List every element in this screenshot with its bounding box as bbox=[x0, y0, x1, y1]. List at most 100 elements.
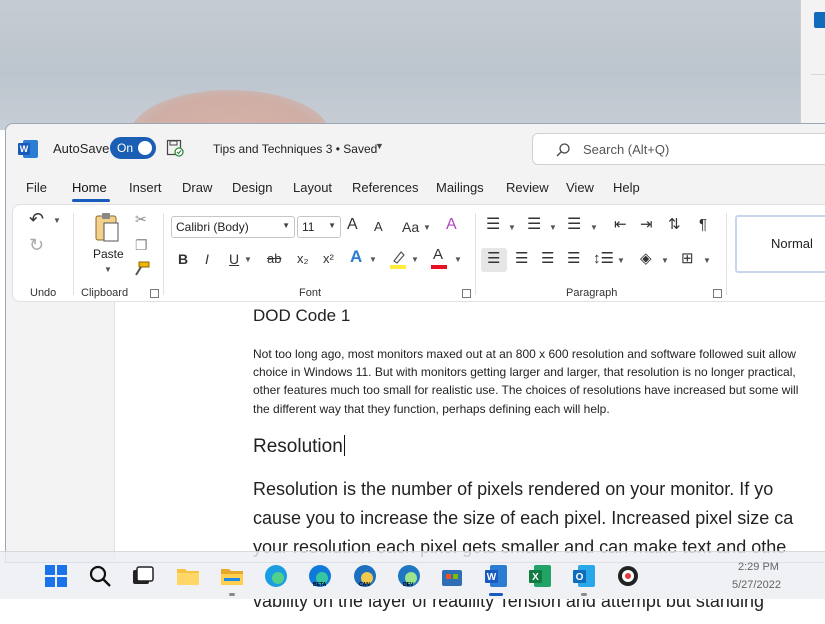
font-name-select[interactable]: Calibri (Body) ▼ bbox=[171, 216, 295, 238]
search-input[interactable]: Search (Alt+Q) bbox=[532, 133, 825, 165]
document-overflow-strip: vability on the layer of readility Tensi… bbox=[0, 599, 825, 624]
edge-icon[interactable] bbox=[264, 564, 288, 588]
highlight-color-icon[interactable] bbox=[389, 249, 407, 269]
divider bbox=[163, 213, 164, 295]
align-right-icon[interactable]: ☰ bbox=[541, 251, 554, 267]
line-spacing-icon[interactable]: ↕☰ bbox=[593, 251, 614, 267]
chevron-down-icon[interactable]: ▼ bbox=[549, 223, 557, 232]
subscript-icon[interactable]: x₂ bbox=[297, 251, 309, 267]
shading-icon[interactable]: ◈ bbox=[640, 251, 652, 267]
paste-label[interactable]: Paste bbox=[93, 247, 124, 261]
tab-mailings[interactable]: Mailings bbox=[436, 180, 484, 195]
document-title[interactable]: Tips and Techniques 3 • Saved bbox=[213, 142, 377, 156]
align-center-icon[interactable]: ☰ bbox=[515, 251, 528, 267]
chevron-down-icon[interactable]: ▼ bbox=[423, 223, 431, 232]
clock-date[interactable]: 5/27/2022 bbox=[732, 579, 781, 591]
tab-insert[interactable]: Insert bbox=[129, 180, 162, 195]
snagit-icon[interactable] bbox=[616, 564, 640, 588]
edge-dev-badge: DEV bbox=[403, 582, 414, 588]
search-placeholder: Search (Alt+Q) bbox=[583, 142, 670, 157]
justify-icon[interactable]: ☰ bbox=[567, 251, 580, 267]
multilevel-list-icon[interactable]: ☰ bbox=[567, 217, 581, 233]
paste-icon[interactable] bbox=[93, 211, 121, 243]
chevron-down-icon[interactable]: ▼ bbox=[104, 265, 112, 274]
numbering-icon[interactable]: ☰ bbox=[527, 217, 541, 233]
grow-font-icon[interactable]: A bbox=[347, 217, 358, 233]
excel-icon[interactable]: X bbox=[528, 564, 552, 588]
bold-icon[interactable]: B bbox=[178, 251, 188, 267]
redo-icon[interactable]: ↻ bbox=[29, 236, 44, 254]
autosave-label: AutoSave bbox=[53, 141, 110, 156]
change-case-icon[interactable]: Aa bbox=[402, 219, 419, 235]
chevron-down-icon[interactable]: ▼ bbox=[617, 256, 625, 265]
undo-icon[interactable]: ↶ bbox=[29, 210, 44, 228]
chevron-down-icon[interactable]: ▼ bbox=[375, 141, 384, 151]
word-window: W AutoSave On Tips and Techniques 3 • Sa… bbox=[5, 123, 825, 563]
chevron-down-icon[interactable]: ▼ bbox=[508, 223, 516, 232]
background-outlook-window[interactable] bbox=[800, 0, 825, 130]
shrink-font-icon[interactable]: A bbox=[374, 219, 383, 235]
svg-text:X: X bbox=[532, 572, 539, 583]
file-explorer-icon[interactable] bbox=[220, 564, 244, 588]
bullets-icon[interactable]: ☰ bbox=[486, 217, 500, 233]
style-normal-tile[interactable]: Normal bbox=[735, 215, 825, 273]
font-size-select[interactable]: 11 ▼ bbox=[297, 216, 341, 238]
active-indicator bbox=[581, 593, 587, 596]
format-painter-icon[interactable] bbox=[133, 261, 151, 277]
chevron-down-icon[interactable]: ▼ bbox=[411, 255, 419, 264]
tab-home[interactable]: Home bbox=[72, 180, 107, 195]
tab-layout[interactable]: Layout bbox=[293, 180, 332, 195]
tab-draw[interactable]: Draw bbox=[182, 180, 212, 195]
chevron-down-icon[interactable]: ▼ bbox=[703, 256, 711, 265]
edge-beta-badge: BETA bbox=[313, 582, 327, 588]
svg-text:O: O bbox=[576, 572, 584, 583]
italic-icon[interactable]: I bbox=[205, 251, 209, 267]
font-launcher-icon[interactable] bbox=[462, 289, 471, 298]
chevron-down-icon: ▼ bbox=[328, 221, 336, 230]
strikethrough-icon[interactable]: ab bbox=[267, 251, 281, 267]
tab-file[interactable]: File bbox=[26, 180, 47, 195]
copy-icon[interactable]: ❐ bbox=[135, 237, 148, 253]
superscript-icon[interactable]: x² bbox=[323, 251, 334, 267]
outlook-icon[interactable]: O bbox=[572, 564, 596, 588]
word-app-icon: W bbox=[18, 140, 38, 158]
increase-indent-icon[interactable]: ⇥ bbox=[640, 217, 653, 233]
desktop-wallpaper bbox=[0, 0, 825, 130]
task-view-icon[interactable] bbox=[131, 564, 155, 588]
start-icon[interactable] bbox=[44, 564, 68, 588]
folder-icon[interactable] bbox=[176, 564, 200, 588]
paragraph-launcher-icon[interactable] bbox=[713, 289, 722, 298]
chevron-down-icon[interactable]: ▼ bbox=[661, 256, 669, 265]
search-icon[interactable] bbox=[88, 564, 112, 588]
clock-time[interactable]: 2:29 PM bbox=[738, 561, 779, 573]
save-icon[interactable] bbox=[166, 139, 184, 157]
text-effects-icon[interactable]: A bbox=[350, 248, 362, 265]
document-page[interactable]: DOD Code 1 Not too long ago, most monito… bbox=[114, 302, 825, 562]
tab-review[interactable]: Review bbox=[506, 180, 549, 195]
chevron-down-icon[interactable]: ▼ bbox=[244, 255, 252, 264]
underline-icon[interactable]: U bbox=[229, 251, 239, 267]
tab-design[interactable]: Design bbox=[232, 180, 272, 195]
chevron-down-icon[interactable]: ▼ bbox=[53, 216, 61, 225]
clear-formatting-icon[interactable]: A bbox=[446, 217, 457, 233]
cut-icon[interactable]: ✂ bbox=[135, 211, 147, 227]
divider bbox=[73, 213, 74, 295]
chevron-down-icon[interactable]: ▼ bbox=[369, 255, 377, 264]
borders-icon[interactable]: ⊞ bbox=[681, 251, 694, 267]
word-icon[interactable]: W bbox=[484, 564, 508, 588]
sort-icon[interactable]: ⇅ bbox=[668, 217, 681, 233]
paragraph-line: other features much too small for realis… bbox=[253, 383, 799, 397]
autosave-toggle[interactable]: On bbox=[110, 137, 156, 159]
store-icon[interactable] bbox=[440, 564, 464, 588]
show-formatting-icon[interactable]: ¶ bbox=[699, 217, 707, 233]
active-indicator bbox=[229, 593, 235, 596]
font-color-icon[interactable]: A bbox=[433, 247, 443, 263]
paragraph-line: choice in Windows 11. But with monitors … bbox=[253, 365, 796, 379]
chevron-down-icon[interactable]: ▼ bbox=[590, 223, 598, 232]
tab-view[interactable]: View bbox=[566, 180, 594, 195]
tab-references[interactable]: References bbox=[352, 180, 418, 195]
tab-help[interactable]: Help bbox=[613, 180, 640, 195]
clipboard-launcher-icon[interactable] bbox=[150, 289, 159, 298]
chevron-down-icon[interactable]: ▼ bbox=[454, 255, 462, 264]
decrease-indent-icon[interactable]: ⇤ bbox=[614, 217, 627, 233]
